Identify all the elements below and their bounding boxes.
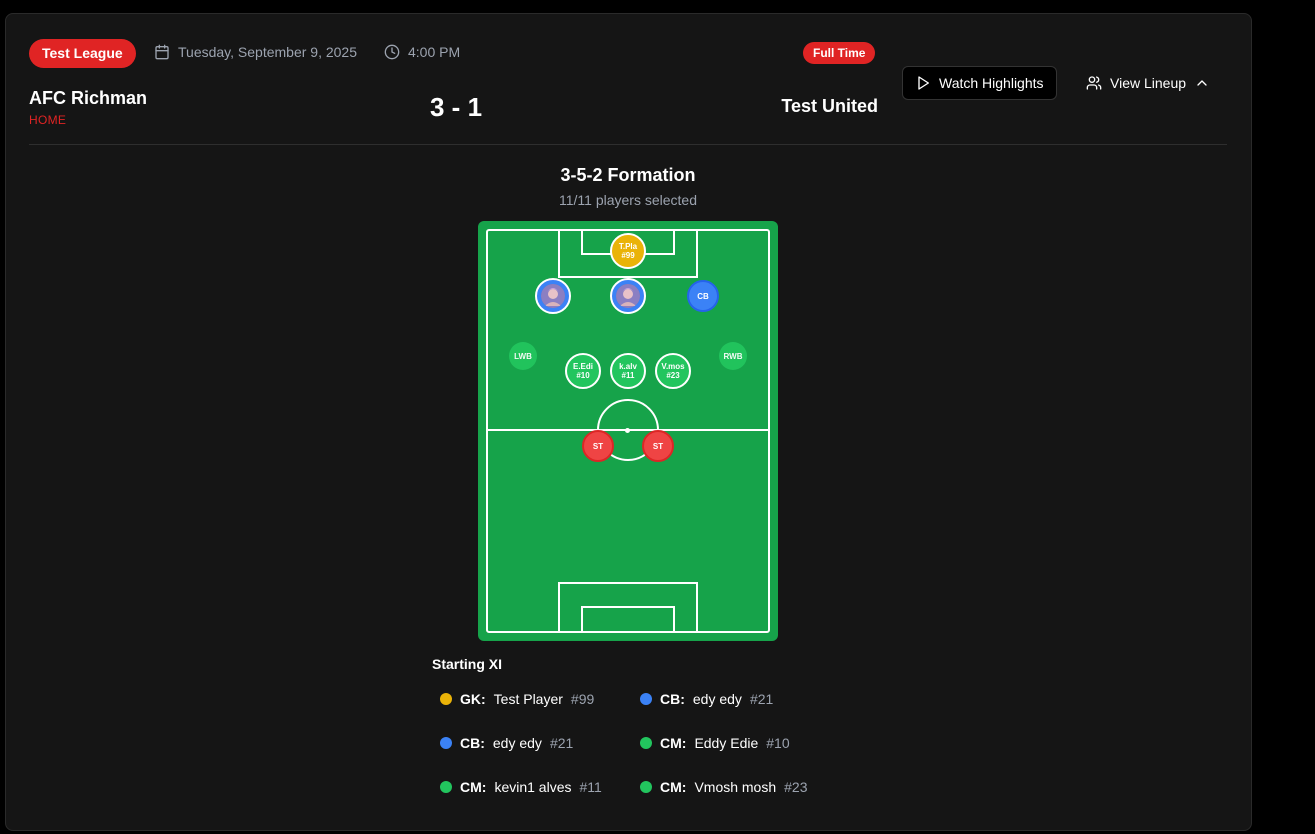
player-cm-2-name: k.alv	[619, 362, 637, 371]
player-number: #23	[784, 779, 808, 795]
avatar	[616, 284, 640, 308]
position-label: CB:	[660, 691, 685, 707]
home-team-name: AFC Richman	[29, 88, 148, 108]
player-number: #21	[749, 691, 774, 707]
position-label: CM:	[660, 779, 687, 795]
player-number: #10	[766, 735, 790, 751]
match-date: Tuesday, September 9, 2025	[154, 44, 357, 60]
player-cm-3-name: V.mos	[661, 362, 685, 371]
player-cm-2-number: #11	[621, 371, 635, 380]
list-item: CB: edy edy #21	[640, 691, 773, 707]
position-dot	[640, 737, 652, 749]
player-name: edy edy	[692, 691, 742, 707]
position-dot	[440, 781, 452, 793]
center-spot	[625, 428, 630, 433]
position-label: CM:	[660, 735, 687, 751]
player-number: #11	[579, 779, 602, 795]
position-label: GK:	[460, 691, 486, 707]
list-item: CB: edy edy #21	[440, 735, 573, 751]
player-cm-1[interactable]: E.Edi #10	[565, 353, 601, 389]
player-cm-3-number: #23	[666, 371, 680, 380]
player-name: Eddy Edie	[694, 735, 759, 751]
player-cm-1-number: #10	[576, 371, 590, 380]
player-gk-number: #99	[621, 251, 635, 260]
player-name: edy edy	[492, 735, 542, 751]
player-cb-3-label: CB	[697, 291, 709, 301]
header-divider	[29, 144, 1227, 145]
player-name: kevin1 alves	[494, 779, 572, 795]
player-cm-3[interactable]: V.mos #23	[655, 353, 691, 389]
player-cb-3-empty[interactable]: CB	[687, 280, 719, 312]
view-lineup-label: View Lineup	[1110, 75, 1187, 91]
list-item: GK: Test Player #99	[440, 691, 594, 707]
bottom-goal-box	[581, 606, 675, 633]
position-label: CB:	[460, 735, 485, 751]
player-cb-1[interactable]	[535, 278, 571, 314]
pitch: T.Pla #99 CB LWB RWB E.Edi #10 k.alv #11…	[478, 221, 778, 641]
player-name: Vmosh mosh	[694, 779, 777, 795]
match-date-text: Tuesday, September 9, 2025	[178, 44, 357, 60]
position-label: CM:	[460, 779, 487, 795]
status-badge: Full Time	[803, 42, 876, 64]
home-label: HOME	[29, 113, 67, 127]
player-st-2-empty[interactable]: ST	[642, 430, 674, 462]
position-dot	[640, 781, 652, 793]
match-time-text: 4:00 PM	[408, 44, 461, 60]
away-team-name: Test United	[781, 96, 878, 116]
starting-xi-title: Starting XI	[432, 656, 503, 672]
player-name: Test Player	[493, 691, 563, 707]
watch-highlights-button[interactable]: Watch Highlights	[902, 66, 1057, 100]
watch-highlights-label: Watch Highlights	[939, 75, 1044, 91]
list-item: CM: Eddy Edie #10	[640, 735, 790, 751]
player-gk-name: T.Pla	[618, 242, 638, 251]
player-st-2-label: ST	[652, 441, 664, 451]
users-icon	[1086, 76, 1102, 90]
position-dot	[640, 693, 652, 705]
list-item: CM: Vmosh mosh #23	[640, 779, 808, 795]
formation-title: 3-5-2 Formation	[560, 165, 696, 185]
player-cm-1-name: E.Edi	[572, 362, 593, 371]
match-time: 4:00 PM	[384, 44, 460, 60]
position-dot	[440, 693, 452, 705]
player-gk[interactable]: T.Pla #99	[610, 233, 646, 269]
player-st-1-label: ST	[592, 441, 604, 451]
player-lwb-label: LWB	[514, 351, 532, 361]
avatar	[541, 284, 565, 308]
chevron-up-icon	[1197, 80, 1207, 86]
clock-icon	[384, 44, 400, 60]
player-rwb-empty[interactable]: RWB	[719, 342, 747, 370]
league-badge[interactable]: Test League	[29, 39, 136, 68]
play-icon	[918, 76, 929, 90]
match-score: 3 - 1	[430, 92, 483, 122]
calendar-icon	[155, 44, 169, 60]
list-item: CM: kevin1 alves #11	[440, 779, 602, 795]
player-number: #99	[570, 691, 595, 707]
formation-subtitle: 11/11 players selected	[558, 192, 697, 208]
player-cb-2[interactable]	[610, 278, 646, 314]
player-rwb-label: RWB	[723, 351, 743, 361]
view-lineup-button[interactable]: View Lineup	[1074, 66, 1222, 100]
position-dot	[440, 737, 452, 749]
player-number: #21	[549, 735, 574, 751]
player-lwb-empty[interactable]: LWB	[509, 342, 537, 370]
player-cm-2[interactable]: k.alv #11	[610, 353, 646, 389]
player-st-1-empty[interactable]: ST	[582, 430, 614, 462]
